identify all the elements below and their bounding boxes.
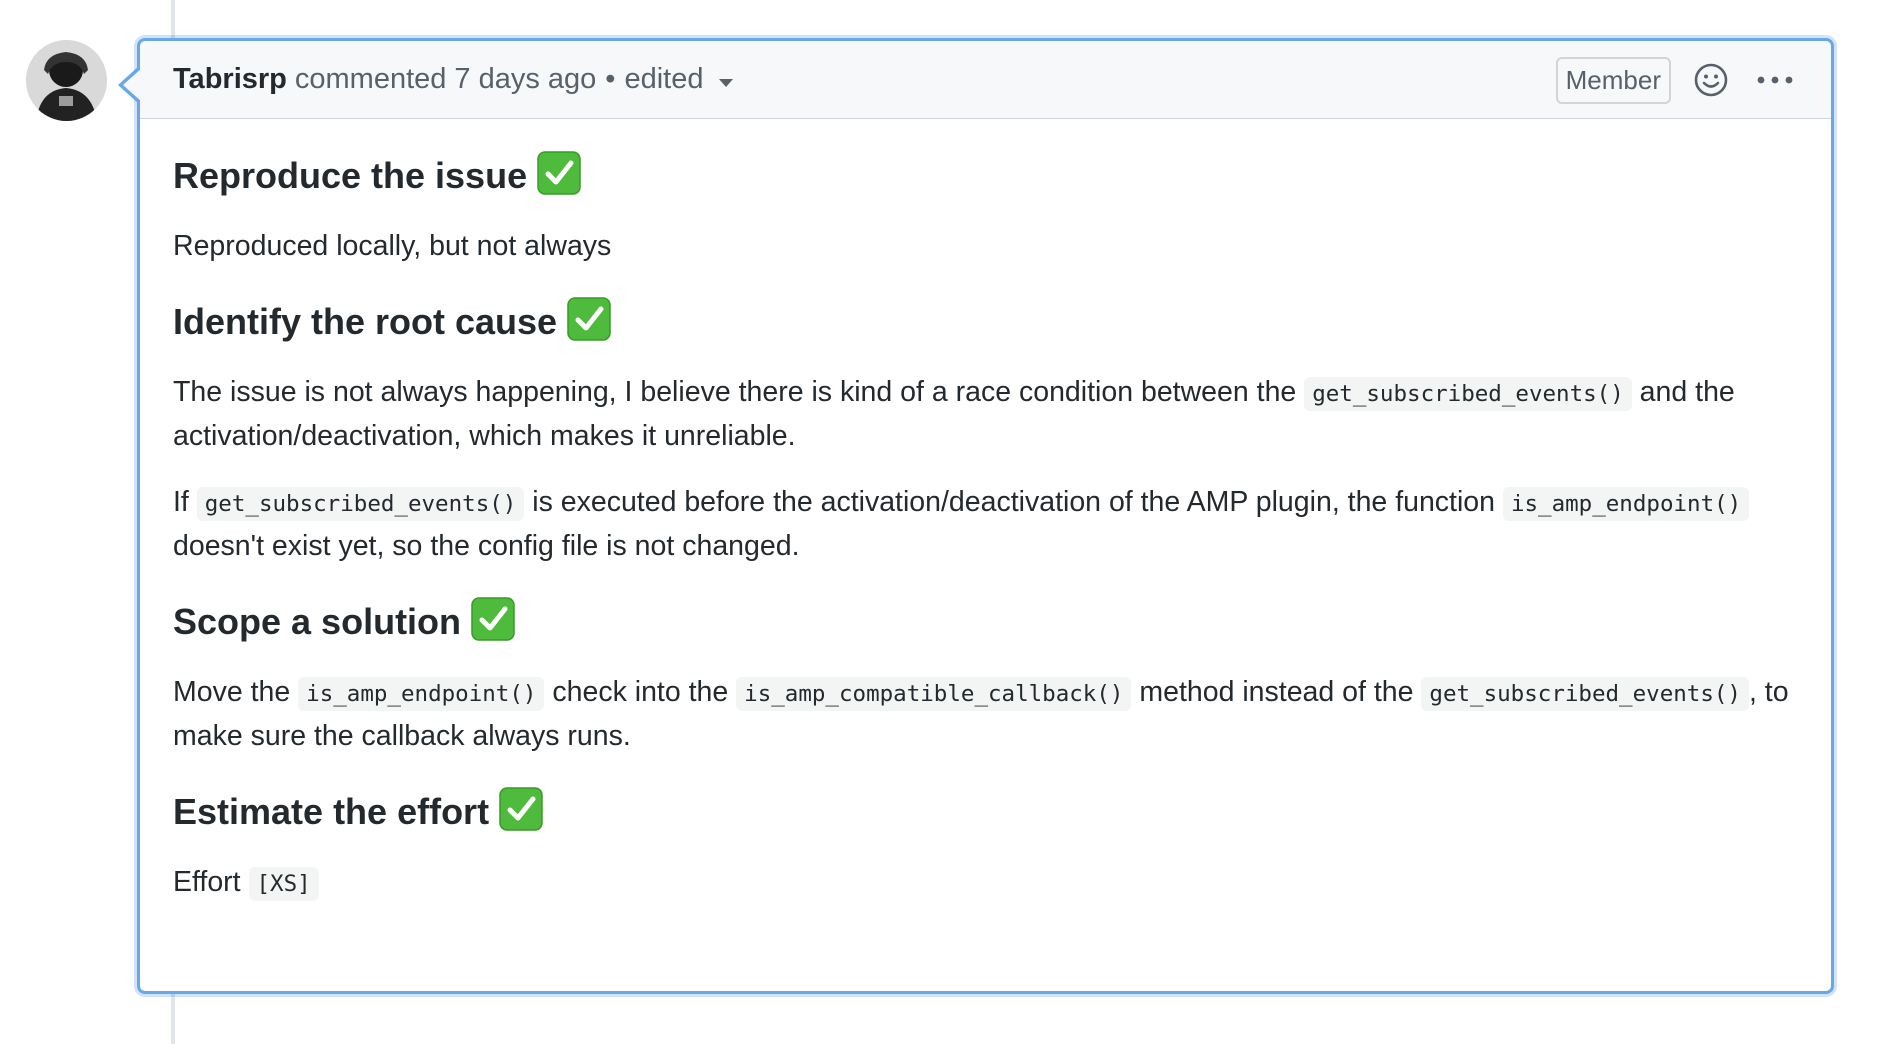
inline-code: get_subscribed_events() bbox=[1304, 377, 1632, 411]
scope-paragraph: Move the is_amp_endpoint() check into th… bbox=[173, 676, 1789, 752]
inline-code: is_amp_endpoint() bbox=[1502, 487, 1750, 521]
bullet-separator: • bbox=[605, 63, 616, 95]
author-link[interactable]: Tabrisrp bbox=[173, 63, 287, 96]
inline-code: get_subscribed_events() bbox=[196, 487, 525, 521]
inline-code: is_amp_compatible_callback() bbox=[736, 677, 1132, 711]
section-text-reproduce: Reproduced locally, but not always bbox=[173, 230, 612, 262]
white-check-mark-icon bbox=[499, 787, 543, 831]
comment-action: commented bbox=[294, 63, 447, 95]
avatar[interactable] bbox=[26, 40, 107, 121]
header-actions: Member bbox=[1555, 41, 1795, 119]
white-check-mark-icon bbox=[471, 597, 515, 641]
inline-code: [XS] bbox=[248, 867, 319, 901]
section-heading-root-cause: Identify the root cause bbox=[173, 297, 1798, 347]
caret-down-icon[interactable] bbox=[719, 78, 734, 87]
section-heading-scope: Scope a solution bbox=[173, 597, 1798, 647]
effort-paragraph: Effort [XS] bbox=[173, 861, 1798, 905]
comment-box: Tabrisrp commented 7 days ago • edited M… bbox=[118, 38, 1834, 994]
comment-timestamp[interactable]: 7 days ago bbox=[454, 63, 596, 96]
kebab-horizontal-icon[interactable] bbox=[1755, 74, 1795, 86]
section-heading-reproduce: Reproduce the issue bbox=[173, 151, 1798, 201]
white-check-mark-icon bbox=[567, 297, 611, 341]
comment-body: Reproduce the issue Reproduced locally, … bbox=[140, 119, 1831, 905]
smiley-icon[interactable] bbox=[1693, 62, 1729, 98]
member-badge: Member bbox=[1555, 56, 1671, 104]
comment-header: Tabrisrp commented 7 days ago • edited M… bbox=[140, 41, 1831, 119]
white-check-mark-icon bbox=[537, 151, 581, 195]
section-heading-effort: Estimate the effort bbox=[173, 787, 1798, 837]
root-cause-paragraph-1: The issue is not always happening, I bel… bbox=[173, 376, 1735, 452]
inline-code: is_amp_endpoint() bbox=[298, 677, 545, 711]
root-cause-paragraph-2: If get_subscribed_events() is executed b… bbox=[173, 481, 1798, 567]
inline-code: get_subscribed_events() bbox=[1421, 677, 1749, 711]
edited-dropdown[interactable]: edited bbox=[624, 63, 703, 96]
